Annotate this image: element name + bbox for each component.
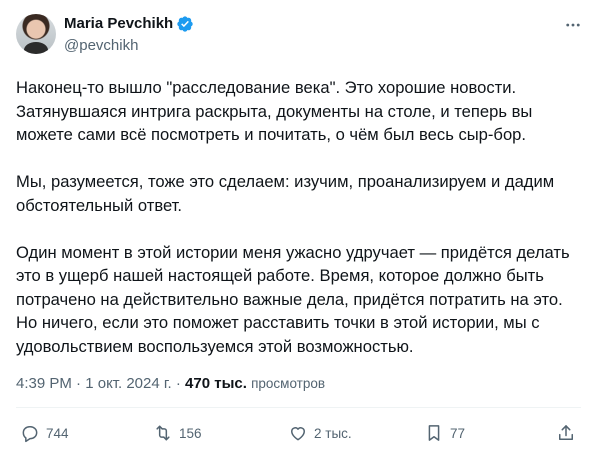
reply-button[interactable]: 744 — [20, 418, 69, 448]
author-name-row: Maria Pevchikh — [64, 14, 194, 34]
tweet: Maria Pevchikh @pevchikh Наконец-то вышл… — [0, 0, 597, 457]
like-count: 2 тыс. — [314, 425, 352, 441]
divider — [16, 407, 581, 408]
more-button[interactable] — [563, 15, 583, 35]
views-count: 470 тыс. — [185, 375, 247, 392]
meta-separator: · — [76, 375, 82, 392]
reply-icon — [22, 426, 38, 443]
bookmark-icon — [428, 425, 440, 441]
tweet-paragraph: Мы, разумеется, тоже это сделаем: изучим… — [16, 172, 555, 215]
author-name[interactable]: Maria Pevchikh — [64, 14, 173, 34]
tweet-paragraph: Один момент в этой истории меня ужасно у… — [16, 242, 570, 356]
retweet-icon — [156, 425, 170, 441]
avatar[interactable] — [16, 14, 56, 54]
tweet-date[interactable]: 1 окт. 2024 г. — [85, 375, 171, 392]
like-button[interactable]: 2 тыс. — [288, 418, 352, 448]
action-bar: 744 156 2 тыс. 77 — [0, 418, 597, 448]
reply-count: 744 — [46, 425, 69, 441]
tweet-meta: 4:39 PM · 1 окт. 2024 г. · 470 тыс. прос… — [16, 374, 325, 394]
retweet-count: 156 — [179, 425, 202, 441]
retweet-button[interactable]: 156 — [153, 418, 202, 448]
bookmark-button[interactable]: 77 — [424, 418, 465, 448]
author-handle[interactable]: @pevchikh — [64, 36, 138, 56]
meta-separator: · — [175, 375, 181, 392]
bookmark-count: 77 — [450, 425, 466, 441]
verified-badge-icon[interactable] — [176, 15, 194, 33]
tweet-paragraph: Наконец-то вышло "расследование века". Э… — [16, 78, 533, 144]
views-label: просмотров — [251, 376, 326, 391]
more-icon — [566, 23, 580, 27]
tweet-time[interactable]: 4:39 PM — [16, 375, 72, 392]
share-button[interactable] — [556, 418, 576, 448]
like-icon — [291, 427, 305, 441]
tweet-text: Наконец-то вышло "расследование века". Э… — [16, 76, 581, 382]
share-icon — [559, 425, 573, 440]
